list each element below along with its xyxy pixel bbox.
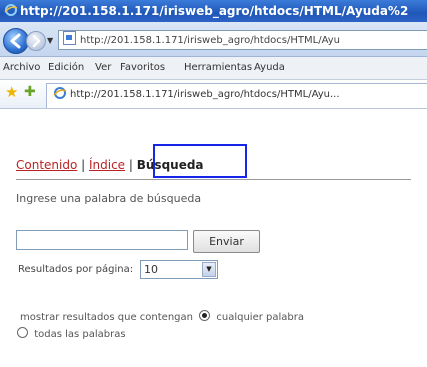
ie-page-icon: [53, 87, 67, 99]
match-mode-row: mostrar resultados que contengan cualqui…: [20, 310, 304, 323]
chevron-down-icon[interactable]: ▼: [202, 262, 216, 277]
radio-any-word[interactable]: [199, 310, 211, 321]
results-per-page-label: Resultados por página:: [18, 264, 134, 275]
nav-separator: |: [77, 158, 89, 172]
match-mode-label: mostrar resultados que contengan: [20, 312, 193, 323]
favorites-star-icon[interactable]: ★: [5, 85, 18, 100]
back-arrow-icon: [10, 33, 21, 49]
page-content: Contenido | Índice | Búsqueda Ingrese un…: [0, 109, 427, 367]
option-all-words-label[interactable]: todas las palabras: [34, 329, 125, 340]
send-button[interactable]: Enviar: [193, 230, 260, 253]
results-per-page-select[interactable]: 10 ▼: [140, 260, 218, 279]
address-url: http://201.158.1.171/irisweb_agro/htdocs…: [80, 35, 340, 46]
browser-tab[interactable]: http://201.158.1.171/irisweb_agro/htdocs…: [46, 83, 427, 108]
search-instructions: Ingrese una palabra de búsqueda: [16, 192, 202, 205]
link-indice[interactable]: Índice: [89, 158, 125, 172]
search-input[interactable]: [16, 230, 188, 250]
highlight-box: [153, 144, 247, 178]
menu-edicion[interactable]: Edición: [48, 57, 84, 79]
results-per-page-value: 10: [144, 263, 158, 276]
favorites-bar: ★ ✚ http://201.158.1.171/irisweb_agro/ht…: [0, 80, 427, 109]
menu-archivo[interactable]: Archivo: [3, 57, 40, 79]
page-icon: [63, 31, 76, 45]
window-title-bar: http://201.158.1.171/irisweb_agro/htdocs…: [0, 0, 427, 22]
match-all-row: todas las palabras: [14, 327, 126, 340]
radio-all-words[interactable]: [17, 327, 28, 338]
address-field[interactable]: http://201.158.1.171/irisweb_agro/htdocs…: [58, 30, 427, 50]
ie-icon: [4, 4, 18, 16]
navigation-bar: ▼ http://201.158.1.171/irisweb_agro/htdo…: [0, 22, 427, 57]
menu-ayuda[interactable]: Ayuda: [254, 57, 285, 79]
history-dropdown-icon[interactable]: ▼: [47, 36, 53, 45]
menu-herramientas[interactable]: Herramientas: [184, 57, 252, 79]
nav-separator: |: [125, 158, 137, 172]
add-favorites-icon[interactable]: ✚: [24, 85, 36, 100]
menu-ver[interactable]: Ver: [95, 57, 111, 79]
menu-bar: Archivo Edición Ver Favoritos Herramient…: [0, 57, 427, 80]
forward-button[interactable]: [26, 31, 46, 51]
tab-label: http://201.158.1.171/irisweb_agro/htdocs…: [70, 89, 340, 100]
option-any-word-label[interactable]: cualquier palabra: [216, 312, 304, 323]
link-contenido[interactable]: Contenido: [16, 158, 77, 172]
forward-arrow-icon: [32, 34, 41, 48]
divider: [16, 179, 411, 180]
window-title: http://201.158.1.171/irisweb_agro/htdocs…: [20, 4, 409, 18]
menu-favoritos[interactable]: Favoritos: [120, 57, 165, 79]
